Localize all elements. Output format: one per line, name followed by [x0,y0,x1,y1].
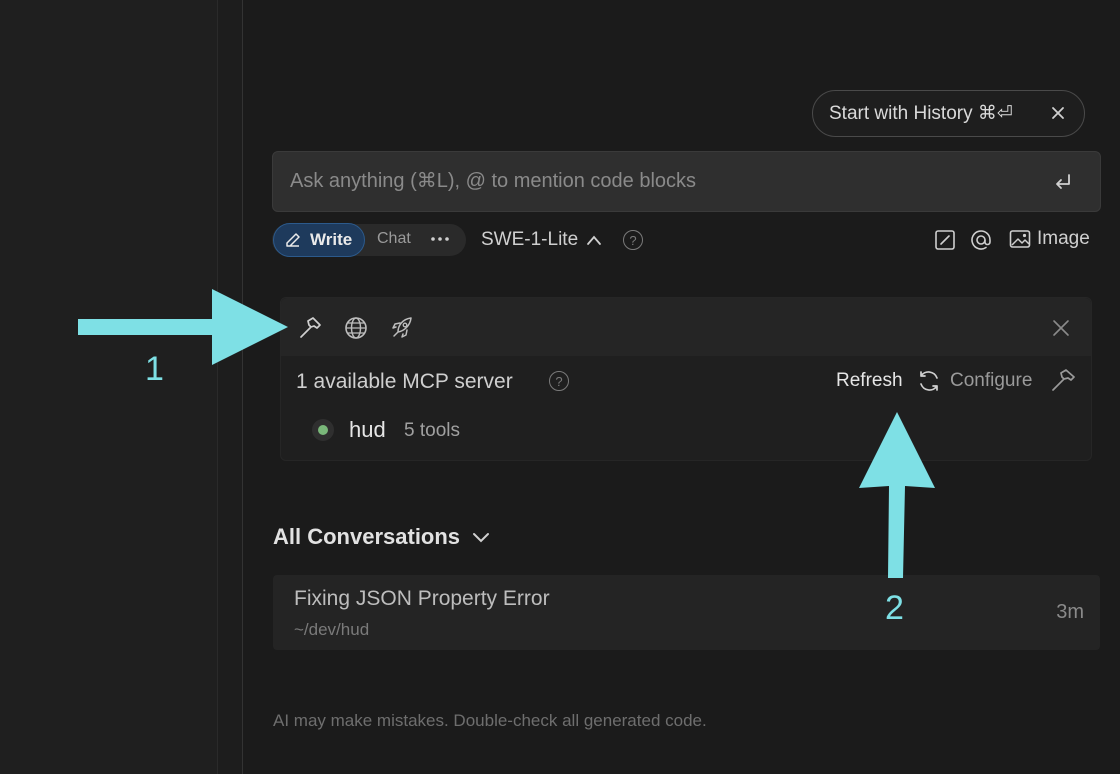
model-help-icon[interactable]: ? [623,230,643,250]
chevron-up-icon [587,235,602,245]
configure-button[interactable]: Configure [950,370,1032,392]
sidebar-divider [218,0,243,774]
mcp-tools-panel: 1 available MCP server ? Refresh Configu… [280,297,1092,461]
refresh-icon[interactable] [916,368,942,394]
edit-icon [286,233,300,247]
mcp-available-label: 1 available MCP server [296,370,513,393]
refresh-button[interactable]: Refresh [836,370,903,392]
hammer-icon[interactable] [297,315,323,341]
annotation-arrow-right [78,289,288,365]
conversations-title: All Conversations [273,524,461,549]
start-with-history-button[interactable]: Start with History ⌘⏎ [812,90,1085,137]
ask-input-box[interactable] [272,151,1101,212]
annotation-label-1: 1 [145,350,164,388]
server-tools-count: 5 tools [404,420,460,441]
image-icon [1009,230,1031,248]
model-selector[interactable]: SWE-1-Lite [481,229,602,251]
code-block-icon[interactable] [934,229,956,251]
conversation-name: Fixing JSON Property Error [294,587,550,610]
write-mode-label: Write [310,230,353,249]
all-conversations-toggle[interactable]: All Conversations [273,524,490,550]
conversation-item[interactable]: Fixing JSON Property Error ~/dev/hud 3m [273,575,1100,650]
rocket-icon[interactable] [389,315,415,341]
model-label: SWE-1-Lite [481,229,579,250]
app-window: Start with History ⌘⏎ Write Chat SWE-1-L… [0,0,1120,774]
chat-mode-button[interactable]: Chat [377,230,411,248]
annotation-arrow-up [859,412,935,578]
mcp-help-icon[interactable]: ? [549,371,569,391]
image-button[interactable]: Image [1009,228,1090,250]
conversation-time: 3m [1056,601,1084,623]
chevron-down-icon [473,533,490,543]
history-button-label: Start with History ⌘⏎ [829,103,1013,124]
disclaimer-text: AI may make mistakes. Double-check all g… [273,711,707,730]
left-sidebar [0,0,218,774]
mention-icon[interactable] [969,228,993,252]
more-options-icon[interactable] [429,229,451,249]
annotation-label-2: 2 [885,589,904,627]
server-name[interactable]: hud [349,417,386,443]
tools-panel-header [281,298,1091,356]
write-mode-button[interactable]: Write [273,223,365,257]
close-icon[interactable] [1048,103,1068,123]
hammer-icon[interactable] [1049,366,1077,394]
globe-icon[interactable] [343,315,369,341]
close-panel-icon[interactable] [1051,318,1071,338]
ask-input[interactable] [290,170,1010,193]
server-status-indicator [312,419,334,441]
enter-icon[interactable] [1052,171,1074,193]
image-label: Image [1037,228,1090,249]
conversation-path: ~/dev/hud [294,620,370,639]
